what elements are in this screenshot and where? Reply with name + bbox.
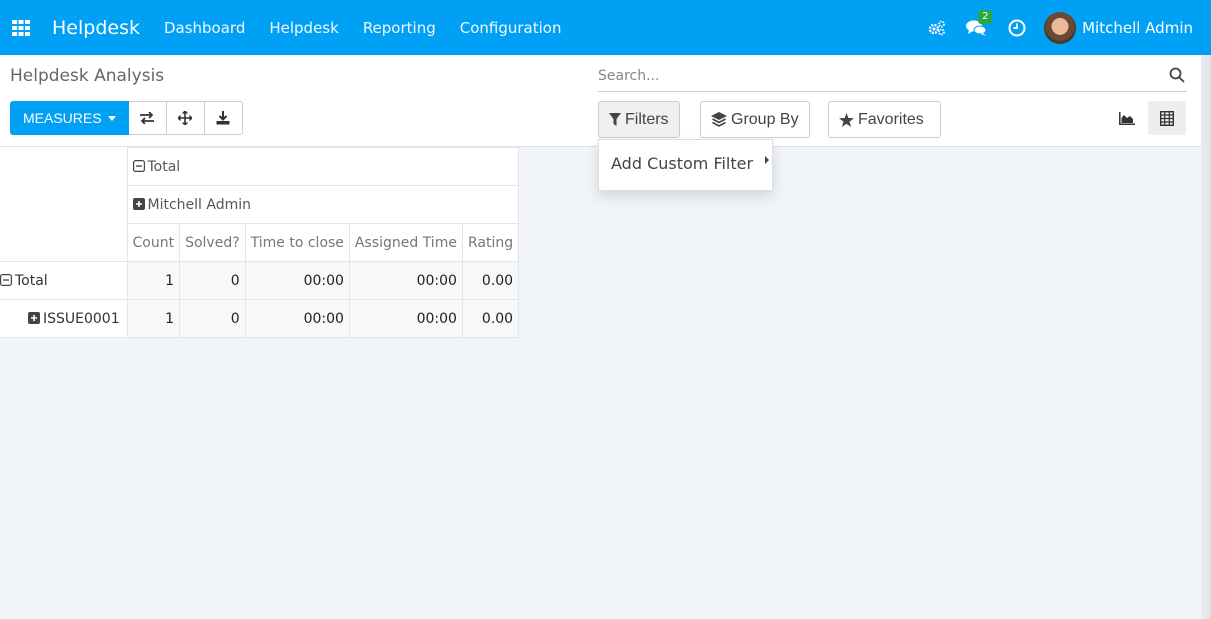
col-header-total[interactable]: Total <box>126 147 520 186</box>
control-panel: Helpdesk Analysis MEASURES Filters Group… <box>0 55 1201 147</box>
pivot-buttons: MEASURES <box>10 101 243 135</box>
table-row: Total 1 0 00:00 00:00 0.00 <box>0 261 520 300</box>
menu-helpdesk[interactable]: Helpdesk <box>269 19 338 37</box>
measure-header-time-to-close[interactable]: Time to close <box>244 223 350 262</box>
messages-icon[interactable]: 2 <box>966 9 993 37</box>
measure-header-assigned-time[interactable]: Assigned Time <box>348 223 463 262</box>
filters-dropdown: Add Custom Filter <box>598 139 773 191</box>
arrows-move-icon <box>178 111 193 125</box>
download-icon <box>216 111 230 125</box>
flip-axis-button[interactable] <box>128 101 167 135</box>
plus-square-icon <box>132 197 145 210</box>
menu-dashboard[interactable]: Dashboard <box>164 19 245 37</box>
top-navbar: Helpdesk Dashboard Helpdesk Reporting Co… <box>0 0 1211 55</box>
menu-reporting[interactable]: Reporting <box>363 19 436 37</box>
minus-square-icon <box>0 273 12 286</box>
star-icon <box>839 112 854 127</box>
caret-right-icon <box>765 155 770 164</box>
minus-square-icon <box>132 159 145 172</box>
activity-clock-icon[interactable] <box>1008 19 1026 37</box>
exchange-icon <box>140 112 155 124</box>
favorites-button[interactable]: Favorites <box>828 101 941 138</box>
page-title: Helpdesk Analysis <box>10 66 165 86</box>
cell-value[interactable]: 0.00 <box>461 299 520 338</box>
pivot-view-button[interactable] <box>1148 101 1186 135</box>
cell-value[interactable]: 1 <box>126 261 181 300</box>
apps-menu-icon[interactable] <box>4 19 38 36</box>
measure-header-count[interactable]: Count <box>126 223 181 262</box>
expand-all-button[interactable] <box>166 101 205 135</box>
cell-value[interactable]: 00:00 <box>244 261 350 300</box>
graph-view-button[interactable] <box>1108 101 1146 135</box>
row-header-total[interactable]: Total <box>0 261 128 300</box>
pivot-corner <box>0 147 128 262</box>
cell-value[interactable]: 00:00 <box>244 299 350 338</box>
table-icon <box>1160 110 1174 126</box>
row-header-issue[interactable]: ISSUE0001 <box>0 299 128 338</box>
group-by-button[interactable]: Group By <box>700 101 810 138</box>
area-chart-icon <box>1119 111 1135 125</box>
measure-header-rating[interactable]: Rating <box>461 223 520 262</box>
cell-value[interactable]: 0 <box>179 299 246 338</box>
table-row: ISSUE0001 1 0 00:00 00:00 0.00 <box>0 299 520 338</box>
layers-icon <box>711 112 727 127</box>
app-brand[interactable]: Helpdesk <box>52 17 140 39</box>
cell-value[interactable]: 0.00 <box>461 261 520 300</box>
filters-button[interactable]: Filters <box>598 101 680 138</box>
search-icon[interactable] <box>1169 67 1185 87</box>
group-by-label: Group By <box>731 110 799 128</box>
menu-configuration[interactable]: Configuration <box>460 19 562 37</box>
measures-label: MEASURES <box>23 110 102 126</box>
search-bar <box>598 63 1187 92</box>
download-button[interactable] <box>204 101 243 135</box>
messages-count-badge: 2 <box>978 9 993 24</box>
navbar-systray: 2 Mitchell Admin <box>918 0 1193 55</box>
plus-square-icon <box>28 311 40 324</box>
col-header-mitchell-admin[interactable]: Mitchell Admin <box>126 185 520 224</box>
user-menu[interactable]: Mitchell Admin <box>1082 19 1193 37</box>
cell-value[interactable]: 1 <box>126 299 181 338</box>
filters-label: Filters <box>625 110 669 128</box>
cell-value[interactable]: 00:00 <box>348 261 463 300</box>
favorites-label: Favorites <box>858 110 924 128</box>
caret-down-icon <box>107 115 116 121</box>
measures-button[interactable]: MEASURES <box>10 101 129 135</box>
cell-value[interactable]: 00:00 <box>348 299 463 338</box>
search-input[interactable] <box>598 63 1158 89</box>
scrollbar[interactable] <box>1201 55 1211 619</box>
add-custom-filter-item[interactable]: Add Custom Filter <box>611 154 770 173</box>
debug-gears-icon[interactable] <box>928 20 946 36</box>
user-avatar[interactable] <box>1044 11 1077 44</box>
pivot-table: Total Mitchell Admin Count Solved? Time … <box>0 147 520 338</box>
measure-header-solved[interactable]: Solved? <box>179 223 246 262</box>
cell-value[interactable]: 0 <box>179 261 246 300</box>
filter-icon <box>609 113 621 126</box>
